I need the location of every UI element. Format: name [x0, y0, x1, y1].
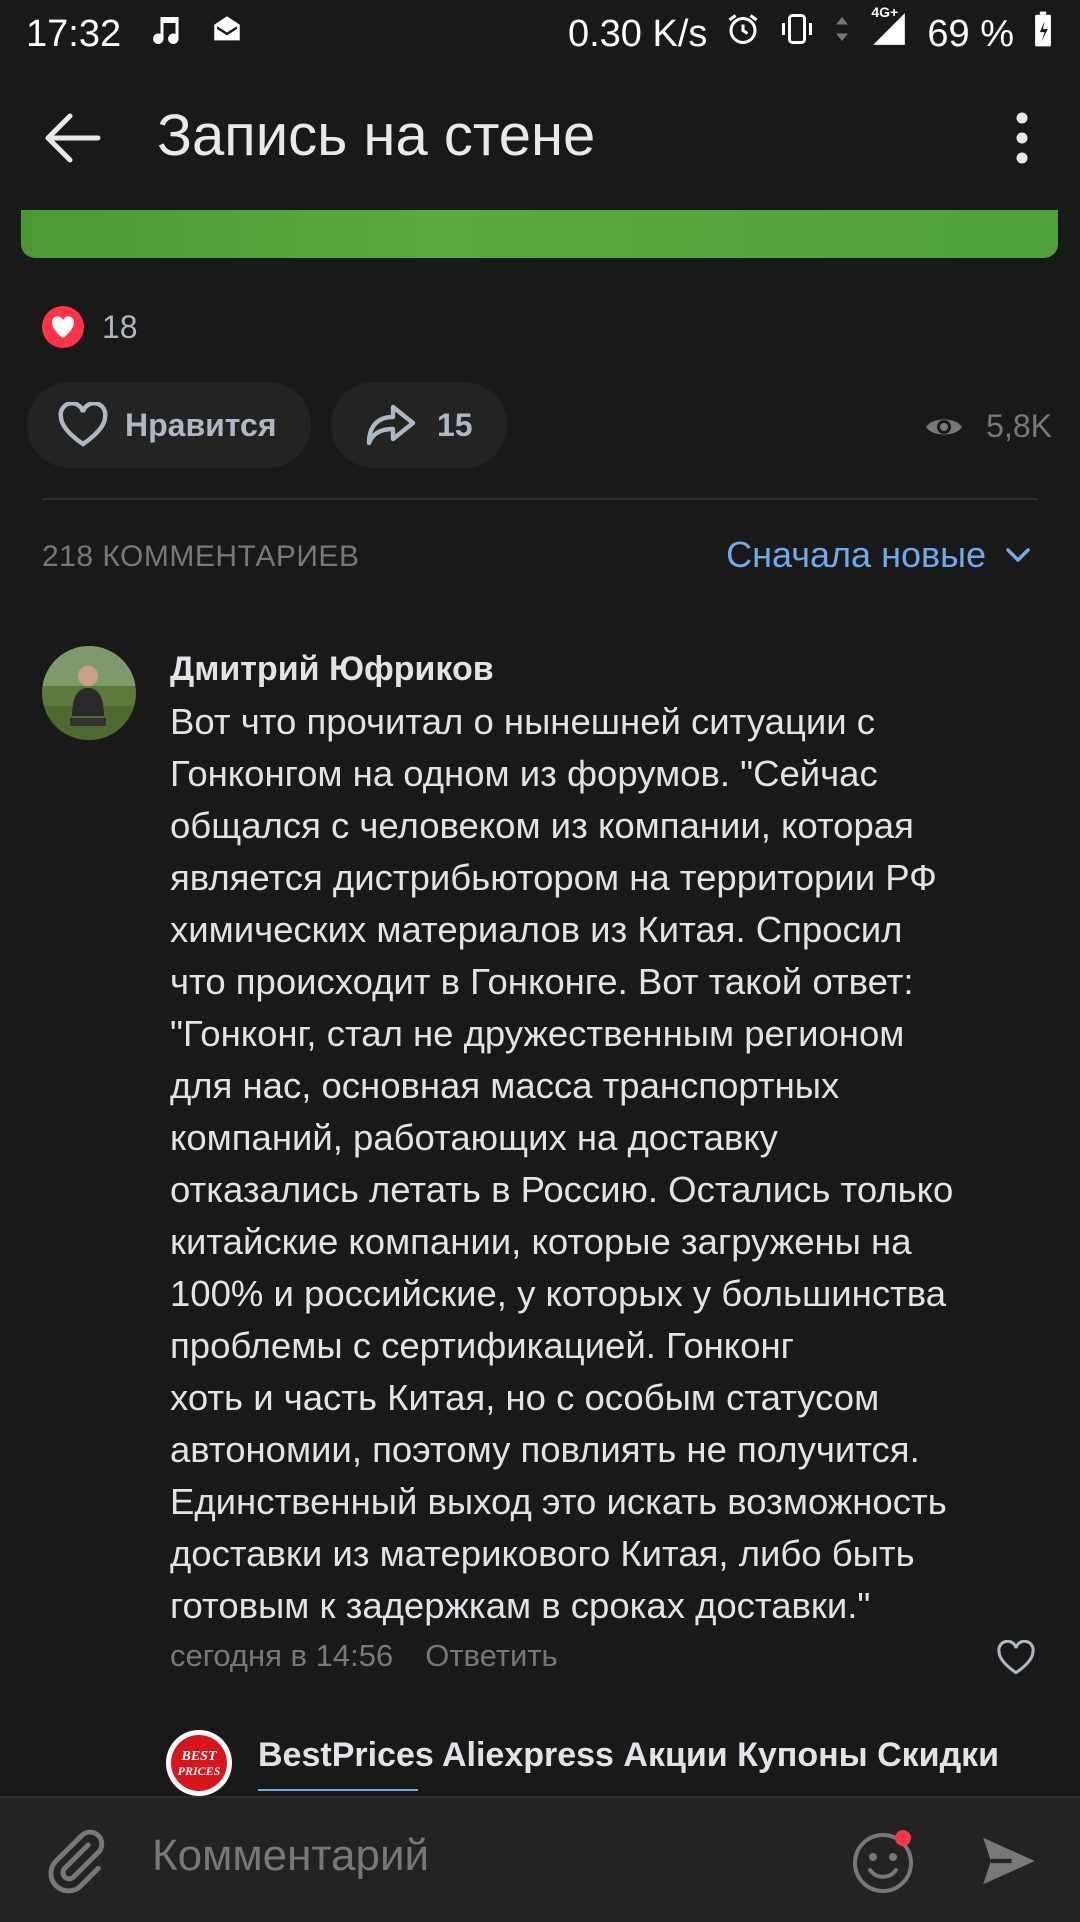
battery-icon [1032, 10, 1054, 58]
avatar[interactable] [42, 646, 136, 740]
like-button[interactable]: Нравится [27, 382, 311, 468]
data-icon [833, 11, 851, 57]
emoji-icon[interactable] [850, 1826, 920, 1896]
comment-author[interactable]: Дмитрий Юфриков [170, 650, 494, 689]
avatar-logo-text: PRICES [178, 1764, 221, 1778]
heart-filled-icon [42, 306, 84, 348]
comment-time: сегодня в 14:56 [170, 1638, 394, 1673]
status-bar: 17:32 0.30 K/s 4G+ 69 % [0, 0, 1080, 66]
post-image[interactable] [21, 210, 1058, 258]
eye-icon [924, 412, 964, 442]
arrow-left-icon[interactable] [42, 110, 102, 166]
page-title: Запись на стене [157, 103, 596, 168]
send-icon[interactable] [978, 1830, 1040, 1892]
reply-button[interactable]: Ответить [425, 1638, 558, 1674]
likes-count: 18 [102, 308, 138, 345]
share-icon [365, 403, 417, 447]
chevron-down-icon [1004, 545, 1032, 565]
avatar[interactable]: BEST PRICES [166, 1730, 232, 1796]
vibrate-icon [779, 11, 815, 57]
comment-author[interactable]: BestPrices Aliexpress Акции Купоны Скидк… [258, 1736, 1034, 1775]
share-button[interactable]: 15 [331, 382, 507, 468]
comment-composer [0, 1796, 1080, 1922]
comment-text: Вот что прочитал о нынешней ситуации с Г… [170, 701, 954, 1626]
like-label: Нравится [125, 406, 277, 443]
signal-icon: 4G+ [869, 4, 909, 58]
network-type: 4G+ [871, 4, 899, 20]
comment-like-icon[interactable] [996, 1639, 1036, 1676]
comment-subline [258, 1786, 438, 1796]
more-vertical-icon[interactable] [1014, 110, 1030, 166]
battery-text: 69 % [927, 12, 1014, 55]
comments-count: 218 КОММЕНТАРИЕВ [42, 540, 360, 573]
shares-count: 15 [437, 406, 473, 443]
alarm-icon [725, 11, 761, 57]
avatar-logo-text: BEST [180, 1749, 217, 1764]
paperclip-icon[interactable] [40, 1826, 110, 1896]
music-icon [147, 10, 183, 58]
views-count: 5,8K [986, 408, 1052, 444]
status-time: 17:32 [26, 12, 122, 55]
app-bar: Запись на стене [0, 66, 1080, 206]
net-speed: 0.30 K/s [567, 12, 708, 55]
likes-summary[interactable]: 18 [42, 306, 138, 348]
heart-outline-icon [57, 402, 109, 448]
views-counter: 5,8K [924, 408, 1052, 445]
sort-dropdown[interactable]: Сначала новые [726, 534, 1032, 576]
divider [42, 498, 1038, 500]
mail-icon [209, 12, 245, 56]
comment-meta: сегодня в 14:56 Ответить [170, 1638, 558, 1674]
comment-input[interactable] [150, 1830, 804, 1882]
sort-label: Сначала новые [726, 534, 986, 575]
